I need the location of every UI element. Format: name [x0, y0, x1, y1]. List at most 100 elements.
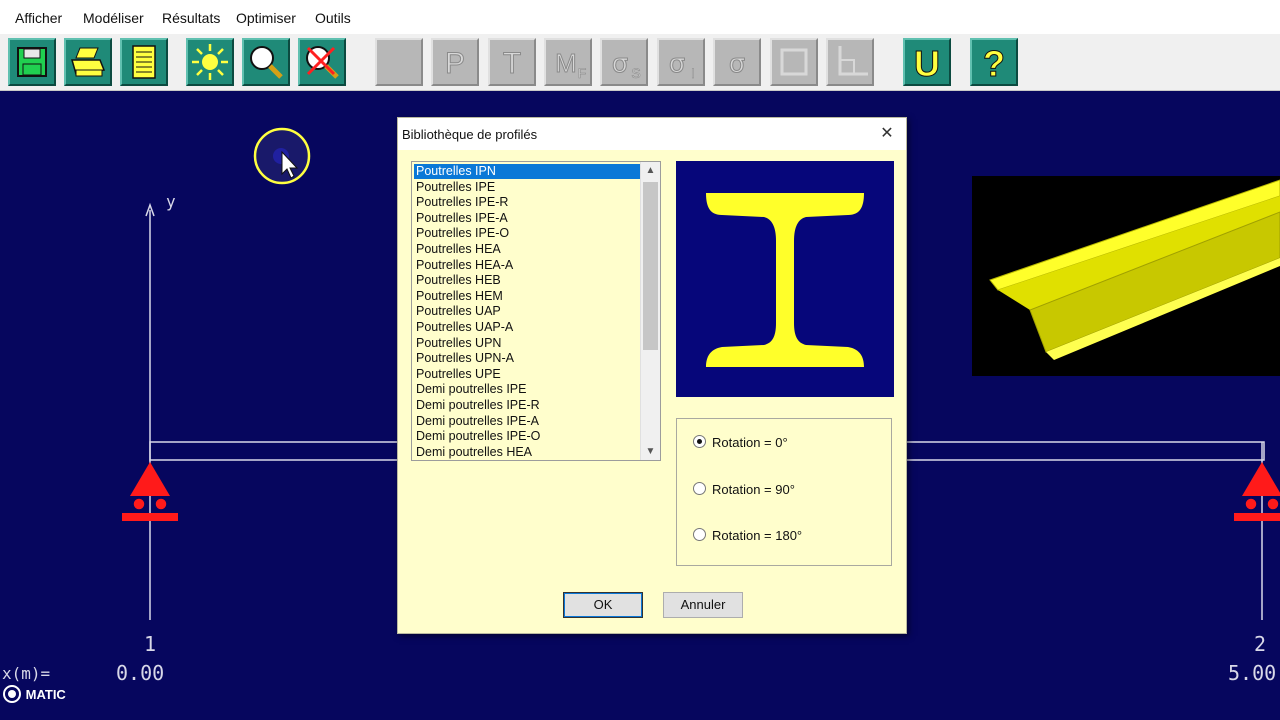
profile-list-item[interactable]: Poutrelles UPN [414, 336, 642, 351]
i-beam-section-icon [706, 193, 864, 367]
menu-resultats[interactable]: Résultats [162, 10, 220, 26]
section-icon [780, 48, 808, 76]
mf-button[interactable]: M F [544, 38, 592, 86]
profile-list-item[interactable]: Poutrelles UAP-A [414, 320, 642, 335]
list-scrollbar[interactable]: ▲ ▼ [640, 162, 660, 460]
menu-optimiser[interactable]: Optimiser [236, 10, 296, 26]
menu-bar: Afficher Modéliser Résultats Optimiser O… [0, 0, 1280, 34]
radio-rotation-0[interactable] [693, 435, 706, 448]
profile-list-item[interactable]: Demi poutrelles IPE-R [414, 398, 642, 413]
sun-icon [192, 44, 228, 80]
ok-button[interactable]: OK [563, 592, 643, 618]
sigma-button[interactable]: σ [713, 38, 761, 86]
svg-text:I: I [691, 65, 695, 81]
run-button[interactable] [186, 38, 234, 86]
mf-icon: M F [555, 48, 587, 82]
t-button[interactable]: T [488, 38, 536, 86]
rotation-90-label: Rotation = 90° [712, 482, 795, 497]
x-value-left: 0.00 [116, 661, 165, 685]
section-preview [676, 161, 894, 397]
profile-list-item[interactable]: Demi poutrelles HEA [414, 445, 642, 460]
close-icon[interactable]: ✕ [874, 123, 900, 145]
profile-list-item[interactable]: Poutrelles IPE-O [414, 226, 642, 241]
x-value-right: 5.00 [1228, 661, 1277, 685]
dialog-title: Bibliothèque de profilés [402, 127, 538, 142]
menu-afficher[interactable]: Afficher [15, 10, 62, 26]
profile-list-item[interactable]: Poutrelles HEA-A [414, 258, 642, 273]
node-label-right: 2 [1254, 632, 1267, 656]
profile-list-item[interactable]: Poutrelles IPE-A [414, 211, 642, 226]
zoom-button[interactable] [242, 38, 290, 86]
menu-modeliser[interactable]: Modéliser [83, 10, 144, 26]
svg-text:σ: σ [669, 49, 685, 79]
rotation-180-option[interactable]: Rotation = 180° [693, 528, 802, 543]
save-button[interactable] [8, 38, 56, 86]
profile-list-item[interactable]: Poutrelles IPE [414, 180, 642, 195]
radio-rotation-180[interactable] [693, 528, 706, 541]
svg-text:?: ? [983, 43, 1005, 84]
save-icon [17, 47, 47, 77]
delete-zoom-icon [306, 46, 339, 79]
help-button[interactable]: ? [970, 38, 1018, 86]
axes-button[interactable] [826, 38, 874, 86]
sigma-s-button[interactable]: σ S [600, 38, 648, 86]
rotation-180-label: Rotation = 180° [712, 528, 803, 543]
svg-text:P: P [445, 47, 465, 80]
y-axis-label: y [166, 192, 176, 211]
section-button[interactable] [770, 38, 818, 86]
profile-list-item[interactable]: Poutrelles HEM [414, 289, 642, 304]
svg-text:U: U [914, 43, 940, 84]
profile-list-item[interactable]: Demi poutrelles IPE-O [414, 429, 642, 444]
axes-icon [838, 46, 868, 76]
logo-badge: MATIC [2, 684, 66, 704]
print-button[interactable] [64, 38, 112, 86]
blank-icon [377, 40, 421, 84]
cursor-highlight [253, 127, 311, 185]
u-button[interactable]: U [903, 38, 951, 86]
zoom-icon [250, 46, 283, 79]
toolbar: P T M F σ S σ I σ U ? [0, 34, 1280, 91]
badge-text: MATIC [25, 687, 66, 702]
notes-button[interactable] [120, 38, 168, 86]
x-coordinate-label: x(m)= [2, 664, 51, 683]
profile-list-item[interactable]: Demi poutrelles IPE-A [414, 414, 642, 429]
profile-list-item[interactable]: Poutrelles IPE-R [414, 195, 642, 210]
svg-text:S: S [631, 65, 640, 81]
right-support [1234, 462, 1280, 521]
profile-library-dialog: Bibliothèque de profilés ✕ Poutrelles IP… [397, 117, 907, 634]
u-icon: U [914, 43, 941, 85]
rotation-0-label: Rotation = 0° [712, 435, 788, 450]
p-icon: P [444, 47, 465, 81]
rotation-group: Rotation = 0° Rotation = 90° Rotation = … [676, 418, 892, 566]
dialog-titlebar[interactable]: Bibliothèque de profilés ✕ [398, 118, 906, 150]
notes-icon [132, 45, 156, 79]
svg-text:σ: σ [612, 49, 628, 79]
rotation-0-option[interactable]: Rotation = 0° [693, 435, 788, 450]
blank-button[interactable] [375, 38, 423, 86]
delete-zoom-button[interactable] [298, 38, 346, 86]
scroll-down-icon[interactable]: ▼ [641, 443, 660, 460]
menu-outils[interactable]: Outils [315, 10, 351, 26]
sigma-s-icon: σ S [611, 49, 641, 82]
profile-list-item[interactable]: Poutrelles UPE [414, 367, 642, 382]
profile-listbox[interactable]: Poutrelles IPN Poutrelles IPE Poutrelles I… [411, 161, 661, 461]
beam-3d-preview [972, 176, 1280, 376]
badge-icon [3, 685, 21, 703]
p-button[interactable]: P [431, 38, 479, 86]
profile-list-item[interactable]: Poutrelles HEB [414, 273, 642, 288]
radio-rotation-90[interactable] [693, 482, 706, 495]
node-label-left: 1 [144, 632, 157, 656]
rotation-90-option[interactable]: Rotation = 90° [693, 482, 795, 497]
profile-list-item[interactable]: Poutrelles IPN [414, 164, 642, 179]
sigma-i-button[interactable]: σ I [657, 38, 705, 86]
scroll-up-icon[interactable]: ▲ [641, 162, 660, 179]
scroll-thumb[interactable] [643, 182, 658, 350]
profile-list-item[interactable]: Demi poutrelles IPE [414, 382, 642, 397]
profile-list-item[interactable]: Poutrelles HEA [414, 242, 642, 257]
svg-text:σ: σ [729, 49, 745, 79]
profile-list-item[interactable]: Poutrelles UAP [414, 304, 642, 319]
svg-text:F: F [578, 65, 587, 81]
t-icon: T [502, 47, 521, 81]
cancel-button[interactable]: Annuler [663, 592, 743, 618]
profile-list-item[interactable]: Poutrelles UPN-A [414, 351, 642, 366]
